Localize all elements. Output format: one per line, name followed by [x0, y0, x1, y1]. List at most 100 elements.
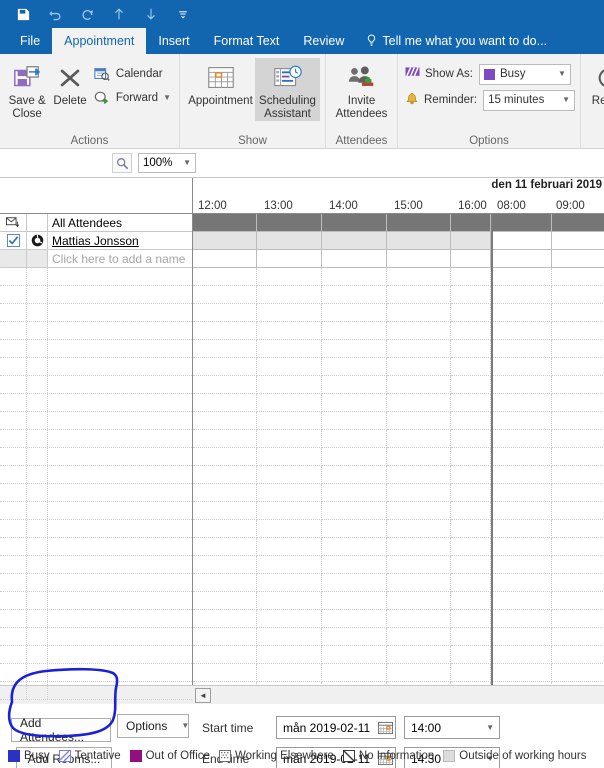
freebusy-cell[interactable] [451, 538, 491, 556]
freebusy-cell[interactable] [257, 214, 322, 232]
freebusy-cell[interactable] [322, 664, 387, 682]
freebusy-cell[interactable] [193, 340, 257, 358]
freebusy-cell[interactable] [493, 250, 552, 268]
freebusy-cell[interactable] [322, 250, 387, 268]
attendee-empty-row[interactable] [0, 322, 192, 340]
tab-appointment[interactable]: Appointment [52, 28, 146, 54]
freebusy-cell[interactable] [552, 502, 604, 520]
freebusy-cell[interactable] [552, 592, 604, 610]
freebusy-row[interactable] [193, 304, 604, 322]
freebusy-cell[interactable] [193, 538, 257, 556]
freebusy-cell[interactable] [193, 556, 257, 574]
freebusy-cell[interactable] [322, 214, 387, 232]
tab-review[interactable]: Review [291, 28, 356, 54]
freebusy-cell[interactable] [257, 376, 322, 394]
freebusy-cell[interactable] [387, 682, 451, 685]
freebusy-row[interactable] [193, 250, 604, 268]
freebusy-row[interactable] [193, 376, 604, 394]
freebusy-cell[interactable] [193, 376, 257, 394]
freebusy-cell[interactable] [493, 268, 552, 286]
freebusy-cell[interactable] [257, 286, 322, 304]
freebusy-grid[interactable]: den 11 februari 2019 12:0013:0014:0015:0… [193, 178, 604, 685]
freebusy-cell[interactable] [493, 592, 552, 610]
freebusy-cell[interactable] [552, 484, 604, 502]
freebusy-cell[interactable] [257, 394, 322, 412]
freebusy-cell[interactable] [387, 466, 451, 484]
freebusy-cell[interactable] [387, 646, 451, 664]
freebusy-cell[interactable] [493, 556, 552, 574]
freebusy-cell[interactable] [322, 430, 387, 448]
freebusy-cell[interactable] [257, 412, 322, 430]
freebusy-row[interactable] [193, 646, 604, 664]
start-time-caret-icon[interactable]: ▼ [486, 724, 494, 732]
freebusy-cell[interactable] [257, 340, 322, 358]
freebusy-cell[interactable] [493, 376, 552, 394]
freebusy-cell[interactable] [451, 412, 491, 430]
options-button[interactable]: Options ▼ [117, 714, 189, 738]
freebusy-cell[interactable] [493, 610, 552, 628]
appointment-view-button[interactable]: Appointment [188, 58, 253, 108]
show-as-dropdown[interactable]: Busy ▼ [479, 64, 571, 85]
freebusy-cell[interactable] [493, 232, 552, 250]
freebusy-row[interactable] [193, 286, 604, 304]
freebusy-cell[interactable] [552, 232, 604, 250]
freebusy-cell[interactable] [322, 502, 387, 520]
freebusy-cell[interactable] [387, 322, 451, 340]
freebusy-cell[interactable] [257, 232, 322, 250]
freebusy-cell[interactable] [451, 322, 491, 340]
freebusy-row[interactable] [193, 394, 604, 412]
freebusy-cell[interactable] [552, 304, 604, 322]
freebusy-cell[interactable] [387, 628, 451, 646]
freebusy-cell[interactable] [387, 232, 451, 250]
tab-insert[interactable]: Insert [146, 28, 201, 54]
freebusy-cell[interactable] [493, 502, 552, 520]
freebusy-cell[interactable] [193, 394, 257, 412]
next-item-icon[interactable] [142, 5, 160, 23]
attendee-empty-row[interactable] [0, 340, 192, 358]
freebusy-cell[interactable] [451, 628, 491, 646]
freebusy-cell[interactable] [451, 358, 491, 376]
freebusy-cell[interactable] [387, 502, 451, 520]
freebusy-cell[interactable] [193, 520, 257, 538]
freebusy-cell[interactable] [552, 538, 604, 556]
freebusy-cell[interactable] [193, 502, 257, 520]
freebusy-cell[interactable] [257, 466, 322, 484]
zoom-level-dropdown[interactable]: 100% ▼ [138, 153, 196, 173]
freebusy-cell[interactable] [387, 574, 451, 592]
freebusy-cell[interactable] [257, 304, 322, 322]
freebusy-cell[interactable] [387, 520, 451, 538]
freebusy-cell[interactable] [387, 592, 451, 610]
freebusy-cell[interactable] [322, 592, 387, 610]
attendee-empty-row[interactable] [0, 232, 192, 250]
freebusy-cell[interactable] [552, 250, 604, 268]
freebusy-cell[interactable] [493, 574, 552, 592]
freebusy-cell[interactable] [451, 448, 491, 466]
freebusy-cell[interactable] [493, 682, 552, 685]
freebusy-cell[interactable] [193, 250, 257, 268]
freebusy-row[interactable] [193, 268, 604, 286]
freebusy-row[interactable] [193, 430, 604, 448]
options-caret-icon[interactable]: ▼ [181, 722, 189, 730]
freebusy-cell[interactable] [451, 394, 491, 412]
freebusy-cell[interactable] [552, 268, 604, 286]
freebusy-cell[interactable] [387, 214, 451, 232]
freebusy-cell[interactable] [322, 574, 387, 592]
freebusy-cell[interactable] [257, 520, 322, 538]
attendee-empty-row[interactable] [0, 664, 192, 682]
attendee-empty-row[interactable] [0, 448, 192, 466]
customize-quick-access-toolbar-icon[interactable] [174, 5, 192, 23]
freebusy-cell[interactable] [322, 304, 387, 322]
freebusy-row[interactable] [193, 340, 604, 358]
freebusy-cell[interactable] [322, 286, 387, 304]
forward-dropdown-caret-icon[interactable]: ▼ [163, 94, 171, 102]
invite-attendees-button[interactable]: Invite Attendees [331, 58, 392, 121]
attendee-empty-row[interactable] [0, 646, 192, 664]
freebusy-cell[interactable] [493, 538, 552, 556]
attendee-empty-row[interactable] [0, 610, 192, 628]
freebusy-cell[interactable] [493, 286, 552, 304]
freebusy-cell[interactable] [493, 430, 552, 448]
save-and-close-button[interactable]: Save & Close [5, 58, 49, 121]
freebusy-cell[interactable] [451, 682, 491, 685]
freebusy-row[interactable] [193, 448, 604, 466]
freebusy-row[interactable] [193, 502, 604, 520]
